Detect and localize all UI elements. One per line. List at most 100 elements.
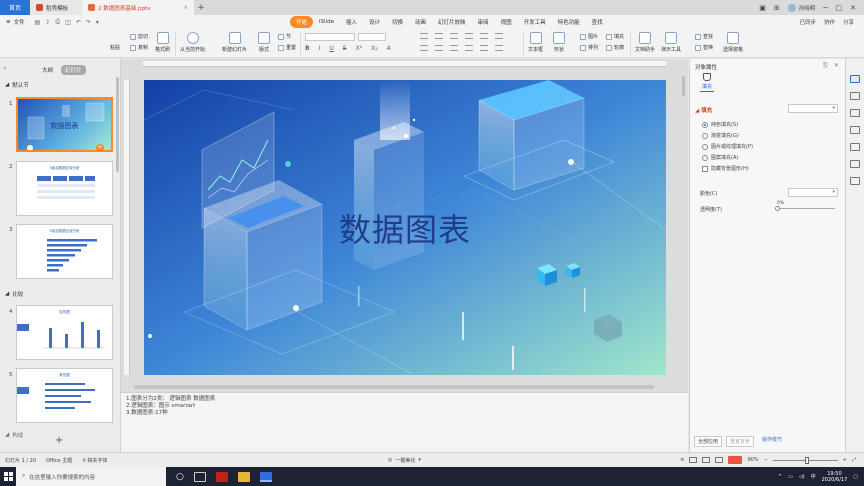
network-icon[interactable]: ▭ bbox=[788, 474, 793, 480]
cut-button[interactable]: 剪切 bbox=[130, 33, 148, 40]
slide-thumb-2[interactable]: 3组合数据比较分析 bbox=[16, 161, 113, 216]
superscript-icon[interactable]: X² bbox=[356, 45, 363, 52]
font-size-input[interactable] bbox=[358, 33, 386, 41]
thumb-play-icon[interactable] bbox=[27, 145, 33, 150]
tab-transition[interactable]: 切换 bbox=[386, 16, 409, 28]
sync-status[interactable]: 已同步 bbox=[799, 18, 816, 26]
solid-fill-radio[interactable]: 纯色填充(S) bbox=[702, 121, 738, 128]
tab-outline[interactable]: 大纲 bbox=[38, 65, 57, 75]
missing-font-button[interactable]: ⚲ 缺失字体 bbox=[82, 457, 107, 464]
redo-icon[interactable]: ↷ bbox=[86, 19, 91, 26]
align-left-icon[interactable] bbox=[420, 45, 428, 51]
zoom-slider[interactable] bbox=[772, 456, 838, 464]
notification-icon[interactable]: ▢ bbox=[853, 474, 858, 480]
grid-icon[interactable]: ⊞ bbox=[774, 4, 780, 12]
table-icon[interactable] bbox=[850, 160, 860, 168]
dropdown-icon[interactable]: ▾ bbox=[96, 19, 99, 26]
section-compose[interactable]: ◢ 构成 bbox=[5, 431, 23, 439]
zoom-in-icon[interactable]: + bbox=[843, 457, 847, 463]
volume-icon[interactable]: ◁) bbox=[799, 474, 805, 480]
slide-main[interactable]: 数据图表 bbox=[144, 80, 666, 375]
tab-fill[interactable]: 填充 bbox=[697, 73, 717, 92]
close-tab-icon[interactable]: × bbox=[183, 5, 188, 11]
pin-icon[interactable]: ⎘ bbox=[823, 62, 828, 70]
print-icon[interactable]: ⎙ bbox=[55, 18, 60, 26]
tab-docer[interactable]: 稻壳模板 bbox=[30, 0, 82, 15]
play-from-current-button[interactable]: 从当前开始 bbox=[180, 32, 205, 53]
textbox-button[interactable]: 文本框 bbox=[528, 32, 543, 53]
hide-background-checkbox[interactable]: 隐藏背景图形(H) bbox=[702, 165, 749, 172]
section-default[interactable]: ◢ 默认节 bbox=[5, 81, 29, 89]
zoom-out-icon[interactable]: − bbox=[764, 457, 768, 463]
section-compare[interactable]: ◢ 比较 bbox=[5, 290, 23, 298]
text-icon[interactable] bbox=[850, 143, 860, 151]
new-slide-button[interactable]: 新建幻灯片 bbox=[222, 32, 247, 53]
italic-icon[interactable]: I bbox=[319, 45, 321, 52]
export-icon[interactable]: ⇪ bbox=[45, 19, 50, 26]
select-pane-button[interactable]: 选择窗格 bbox=[723, 32, 743, 53]
presentation-tools-button[interactable]: 演示工具 bbox=[661, 32, 681, 53]
tab-review[interactable]: 审阅 bbox=[472, 16, 495, 28]
outline-button[interactable]: 轮廓 bbox=[606, 44, 624, 51]
file-menu[interactable]: ≡ 文件 bbox=[0, 18, 31, 26]
align-right-icon[interactable] bbox=[450, 45, 458, 51]
indent-decrease-icon[interactable] bbox=[450, 33, 458, 39]
picture-button[interactable]: 图片 bbox=[580, 33, 598, 40]
apply-all-button[interactable]: 全部应用 bbox=[694, 436, 723, 447]
collaborate-button[interactable]: 协作 bbox=[824, 18, 835, 26]
doc-assistant-button[interactable]: 文档助手 bbox=[635, 32, 655, 53]
file-explorer-icon[interactable] bbox=[237, 471, 250, 482]
tab-view[interactable]: 视图 bbox=[495, 16, 518, 28]
tab-design[interactable]: 设计 bbox=[363, 16, 386, 28]
columns-icon[interactable] bbox=[495, 45, 503, 51]
copy-button[interactable]: 复制 bbox=[130, 44, 148, 51]
underline-icon[interactable]: U bbox=[329, 45, 333, 52]
task-view-icon[interactable] bbox=[193, 471, 206, 482]
share-button[interactable]: 分享 bbox=[843, 18, 854, 26]
new-tab-button[interactable]: + bbox=[194, 0, 208, 15]
close-pane-icon[interactable]: ✕ bbox=[834, 62, 839, 70]
settings-icon[interactable] bbox=[850, 177, 860, 185]
ime-icon[interactable]: 中 bbox=[811, 473, 816, 480]
zoom-value[interactable]: 90% bbox=[747, 457, 758, 463]
find-button[interactable]: 查找 bbox=[695, 33, 713, 40]
collapse-panel-icon[interactable]: « bbox=[3, 65, 7, 72]
tab-document[interactable]: 2.数据图表基础.pptx × bbox=[82, 0, 194, 15]
reading-view-icon[interactable] bbox=[715, 457, 724, 463]
tab-slides[interactable]: 幻灯片 bbox=[61, 65, 86, 75]
image-icon[interactable] bbox=[850, 126, 860, 134]
fill-button[interactable]: 填充 bbox=[606, 33, 624, 40]
distribute-icon[interactable] bbox=[480, 45, 488, 51]
user-account[interactable]: 孙晓明 bbox=[787, 3, 815, 12]
format-painter-button[interactable]: 格式刷 bbox=[155, 32, 170, 53]
reset-button[interactable]: 重置 bbox=[278, 44, 296, 51]
minimize-icon[interactable]: ─ bbox=[823, 4, 827, 12]
add-slide-button[interactable]: + bbox=[55, 435, 63, 446]
arrange-button[interactable]: 排列 bbox=[580, 44, 598, 51]
subscript-icon[interactable]: X₂ bbox=[371, 45, 378, 52]
replace-button[interactable]: 替换 bbox=[695, 44, 713, 51]
canvas-horizontal-scrollbar[interactable] bbox=[124, 384, 684, 390]
normal-view-icon[interactable] bbox=[689, 457, 698, 463]
strike-icon[interactable]: S bbox=[343, 45, 347, 52]
app-red-icon[interactable] bbox=[215, 471, 228, 482]
start-button[interactable] bbox=[0, 472, 16, 481]
notes-toggle-icon[interactable]: ≡ bbox=[680, 457, 684, 463]
font-color-icon[interactable]: A bbox=[387, 45, 391, 52]
transparency-slider[interactable] bbox=[775, 206, 835, 211]
tab-developer[interactable]: 开发工具 bbox=[518, 16, 552, 28]
slide-title[interactable]: 数据图表 bbox=[144, 205, 666, 251]
indent-increase-icon[interactable] bbox=[465, 33, 473, 39]
cortana-icon[interactable]: ○ bbox=[176, 472, 184, 482]
pattern-fill-radio[interactable]: 图案填充(A) bbox=[702, 154, 738, 161]
slideshow-play-icon[interactable] bbox=[728, 456, 743, 464]
tab-features[interactable]: 特色功能 bbox=[552, 16, 586, 28]
tab-search[interactable]: 查找 bbox=[586, 16, 609, 28]
text-direction-icon[interactable] bbox=[495, 33, 503, 39]
tips-link[interactable]: 操作技巧 bbox=[762, 436, 782, 447]
panel-scrollbar[interactable] bbox=[116, 77, 119, 172]
sorter-view-icon[interactable] bbox=[702, 457, 711, 463]
align-center-icon[interactable] bbox=[435, 45, 443, 51]
section-button[interactable]: 节 bbox=[278, 33, 291, 40]
thumb-add-icon[interactable]: + bbox=[96, 144, 104, 150]
